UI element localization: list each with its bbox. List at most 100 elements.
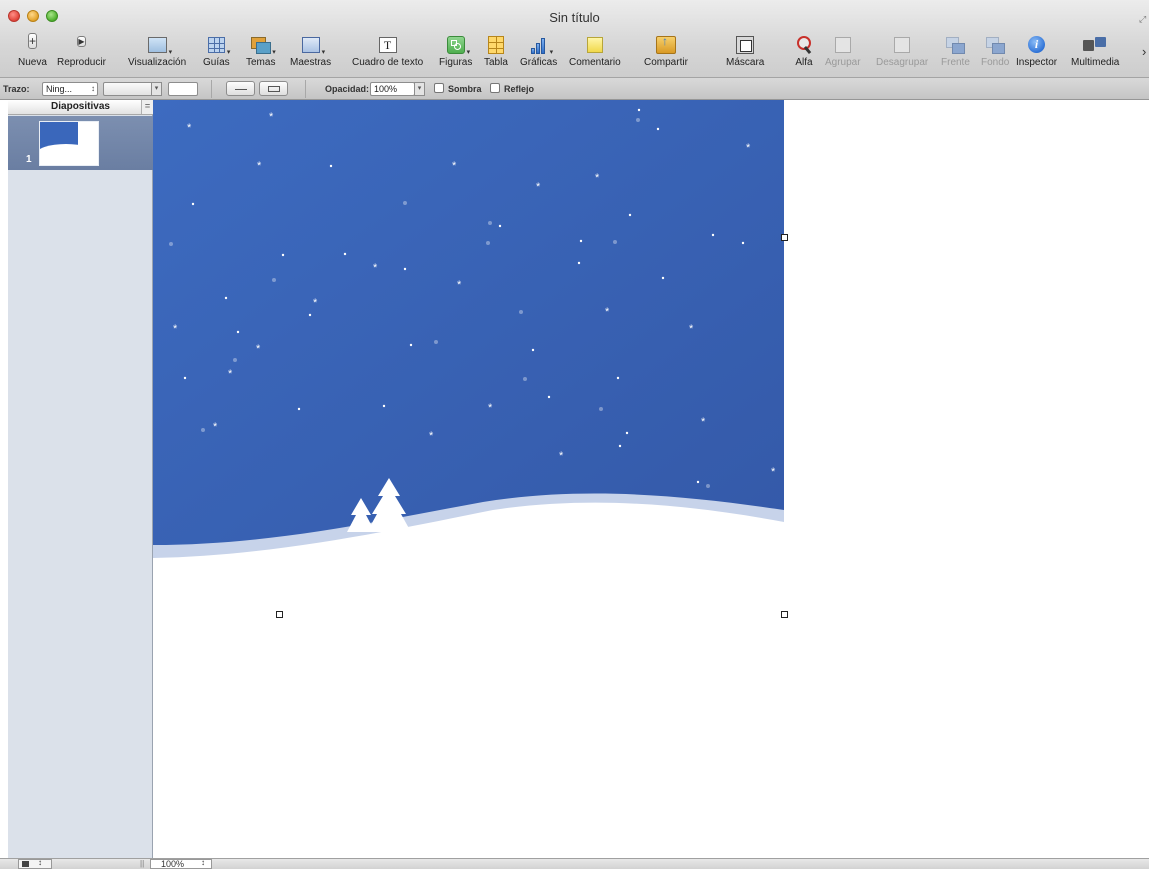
line-ends-button[interactable] bbox=[226, 81, 255, 96]
slide-canvas[interactable]: * * * * * * * * * * * * * * * * * * * * * bbox=[153, 100, 1149, 858]
wrap-icon bbox=[268, 86, 280, 92]
front-icon bbox=[946, 37, 966, 54]
fullscreen-icon[interactable]: ⤢ bbox=[1139, 14, 1146, 25]
stroke-label: Trazo: bbox=[3, 84, 30, 94]
svg-text:*: * bbox=[256, 343, 261, 355]
svg-text:*: * bbox=[257, 160, 262, 172]
view-icon bbox=[147, 37, 167, 53]
navigator-options-icon[interactable]: = bbox=[141, 100, 153, 114]
selection-handle[interactable] bbox=[781, 234, 788, 241]
zoom-select[interactable]: 100% ↕ bbox=[150, 858, 212, 869]
chevron-down-icon: ▾ bbox=[168, 49, 173, 56]
toolbar-label: Frente bbox=[941, 57, 970, 68]
share-icon bbox=[655, 34, 676, 54]
toolbar-label: Desagrupar bbox=[876, 57, 929, 68]
view-mode-selector[interactable]: ↕ bbox=[18, 858, 52, 869]
toolbar-button-reproducir[interactable]: ▶ Reproducir bbox=[57, 35, 106, 68]
toolbar-button-agrupar[interactable]: Agrupar bbox=[825, 35, 861, 68]
wrap-button[interactable] bbox=[259, 81, 288, 96]
toolbar-button-desagrupar[interactable]: Desagrupar bbox=[876, 35, 928, 68]
divider bbox=[211, 80, 212, 98]
chevron-down-icon[interactable]: ▾ bbox=[414, 82, 425, 96]
toolbar-button-visualizacion[interactable]: ▾ Visualización bbox=[128, 35, 186, 68]
mask-icon bbox=[736, 36, 755, 54]
stroke-color-well[interactable] bbox=[168, 82, 198, 96]
slide-navigator-header: Diapositivas = bbox=[8, 100, 153, 115]
themes-icon bbox=[251, 37, 272, 54]
opacity-label: Opacidad: bbox=[325, 84, 370, 94]
svg-text:*: * bbox=[701, 416, 706, 428]
toolbar-button-graficas[interactable]: ▾ Gráficas bbox=[520, 35, 557, 68]
stroke-style-value: Ning... bbox=[46, 84, 73, 94]
slide-navigator: Diapositivas = 1 bbox=[8, 100, 153, 858]
shapes-icon bbox=[446, 36, 465, 54]
stepper-icon: ↕ bbox=[38, 858, 42, 867]
toolbar-overflow-icon[interactable]: › bbox=[1142, 44, 1146, 59]
svg-text:*: * bbox=[605, 306, 610, 318]
toolbar-label: Gráficas bbox=[520, 57, 558, 68]
divider bbox=[305, 80, 306, 98]
toolbar-button-inspector[interactable]: i Inspector bbox=[1016, 35, 1057, 68]
stepper-icon: ↕ bbox=[201, 858, 205, 867]
opacity-field[interactable]: 100% bbox=[370, 82, 415, 96]
toolbar-button-frente[interactable]: Frente bbox=[941, 35, 970, 68]
toolbar-button-compartir[interactable]: Compartir bbox=[644, 34, 688, 68]
toolbar-button-cuadro-de-texto[interactable]: T Cuadro de texto bbox=[352, 35, 423, 68]
svg-text:*: * bbox=[536, 181, 541, 193]
zoom-value: 100% bbox=[161, 859, 185, 869]
svg-text:*: * bbox=[429, 430, 434, 442]
toolbar-button-alfa[interactable]: Alfa bbox=[795, 35, 813, 68]
stroke-style-select[interactable]: Ning... ↕ bbox=[42, 82, 98, 96]
thumbnail-hill bbox=[40, 144, 96, 164]
toolbar-label: Temas bbox=[246, 57, 276, 68]
svg-text:*: * bbox=[313, 297, 318, 309]
chart-icon bbox=[530, 36, 548, 54]
window-title: Sin título bbox=[549, 10, 600, 25]
toolbar-label: Multimedia bbox=[1071, 57, 1120, 68]
group-icon bbox=[834, 37, 851, 53]
slide-number: 1 bbox=[26, 154, 32, 165]
window-toolbar: Sin título ⤢ + Nueva ▶ Reproducir ▾ Visu… bbox=[0, 0, 1149, 78]
text-box-icon: T bbox=[378, 37, 397, 53]
chevron-down-icon: ▾ bbox=[226, 49, 231, 56]
back-icon bbox=[986, 37, 1006, 54]
selection-handle[interactable] bbox=[276, 611, 283, 618]
reflection-checkbox[interactable] bbox=[490, 83, 500, 93]
masters-icon bbox=[301, 37, 320, 53]
toolbar-button-nueva[interactable]: + Nueva bbox=[18, 33, 47, 68]
toolbar-button-mascara[interactable]: Máscara bbox=[726, 35, 764, 68]
toolbar-button-multimedia[interactable]: Multimedia bbox=[1071, 35, 1119, 68]
svg-text:*: * bbox=[595, 172, 600, 184]
slide-thumbnail[interactable] bbox=[39, 121, 99, 166]
toolbar-button-tabla[interactable]: Tabla bbox=[484, 35, 508, 68]
toolbar-button-guias[interactable]: ▾ Guías bbox=[203, 35, 230, 68]
slide-navigator-title: Diapositivas bbox=[51, 101, 110, 112]
chevron-down-icon: ▾ bbox=[466, 49, 471, 56]
grid-icon bbox=[207, 37, 225, 53]
toolbar-label: Comentario bbox=[569, 57, 621, 68]
line-icon bbox=[235, 89, 247, 90]
svg-text:*: * bbox=[228, 368, 233, 380]
reflection-label: Reflejo bbox=[504, 84, 535, 94]
toolbar-button-temas[interactable]: ▾ Temas bbox=[246, 35, 276, 68]
chevron-down-icon[interactable]: ▾ bbox=[151, 82, 162, 96]
comment-icon bbox=[586, 37, 603, 53]
shadow-label: Sombra bbox=[448, 84, 482, 94]
toolbar-button-comentario[interactable]: Comentario bbox=[569, 35, 621, 68]
svg-text:*: * bbox=[187, 122, 192, 134]
toolbar-label: Compartir bbox=[644, 57, 688, 68]
toolbar-button-fondo[interactable]: Fondo bbox=[981, 35, 1009, 68]
shadow-checkbox[interactable] bbox=[434, 83, 444, 93]
selection-handle[interactable] bbox=[781, 611, 788, 618]
svg-text:*: * bbox=[746, 142, 751, 154]
svg-text:*: * bbox=[559, 450, 564, 462]
splitter-grip-icon[interactable]: || bbox=[140, 859, 144, 868]
toolbar-label: Tabla bbox=[484, 57, 508, 68]
chevron-down-icon: ▾ bbox=[272, 49, 276, 56]
stroke-width-select[interactable] bbox=[103, 82, 153, 96]
toolbar-label: Fondo bbox=[981, 57, 1010, 68]
slide-thumbnail-row[interactable]: 1 bbox=[8, 116, 153, 170]
winter-background-image[interactable]: * * * * * * * * * * * * * * * * * * * * * bbox=[153, 100, 784, 560]
toolbar-button-figuras[interactable]: ▾ Figuras bbox=[439, 35, 472, 68]
toolbar-button-maestras[interactable]: ▾ Maestras bbox=[290, 35, 331, 68]
